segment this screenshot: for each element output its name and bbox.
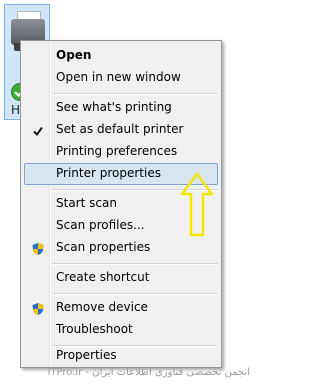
watermark: ITPro.ir - انجمن تخصصی فناوری اطلاعات ای… — [47, 367, 251, 378]
menu-item-label: Start scan — [56, 196, 117, 210]
menu-separator — [52, 93, 218, 95]
menu-item-label: Remove device — [56, 300, 148, 314]
menu-item-label: Set as default printer — [56, 122, 184, 136]
menu-item-label: Open — [56, 48, 92, 62]
menu-item-set-as-default-printer[interactable]: Set as default printer — [24, 119, 218, 141]
menu-item-label: Create shortcut — [56, 270, 150, 284]
menu-item-troubleshoot[interactable]: Troubleshoot — [24, 319, 218, 341]
menu-item-label: Printing preferences — [56, 144, 178, 158]
printer-name-label: H — [11, 103, 21, 117]
uac-shield-icon — [31, 301, 45, 315]
up-arrow-icon — [180, 172, 214, 237]
menu-item-label: Scan properties — [56, 240, 151, 254]
checkmark-icon — [31, 123, 45, 137]
menu-separator — [52, 263, 218, 265]
menu-item-see-whats-printing[interactable]: See what's printing — [24, 97, 218, 119]
menu-separator — [52, 293, 218, 295]
uac-shield-icon — [31, 241, 45, 255]
menu-item-remove-device[interactable]: Remove device — [24, 297, 218, 319]
menu-item-open[interactable]: Open — [24, 45, 218, 67]
menu-item-label: See what's printing — [56, 100, 172, 114]
menu-item-label: Properties — [56, 348, 117, 362]
menu-item-printing-preferences[interactable]: Printing preferences — [24, 141, 218, 163]
menu-item-label: Scan profiles... — [56, 218, 145, 232]
menu-item-properties[interactable]: Properties — [24, 345, 218, 367]
menu-item-label: Printer properties — [56, 166, 161, 180]
menu-item-label: Troubleshoot — [56, 322, 133, 336]
menu-item-open-in-new-window[interactable]: Open in new window — [24, 67, 218, 89]
menu-item-create-shortcut[interactable]: Create shortcut — [24, 267, 218, 289]
menu-item-scan-properties[interactable]: Scan properties — [24, 237, 218, 259]
menu-item-label: Open in new window — [56, 70, 181, 84]
